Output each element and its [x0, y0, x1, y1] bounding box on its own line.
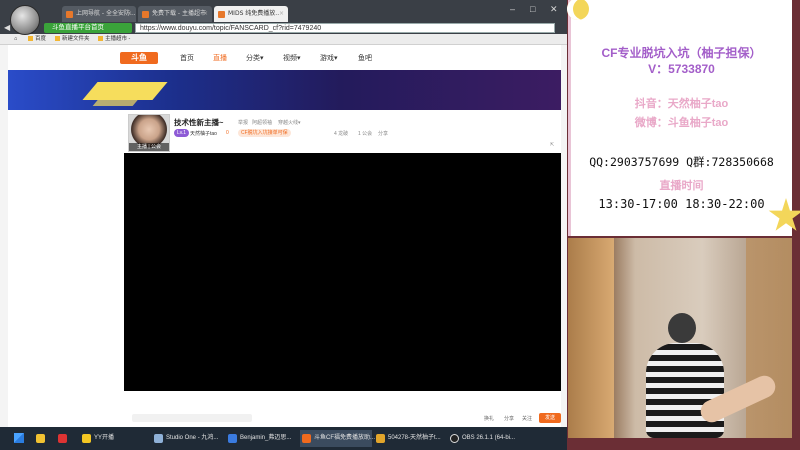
card-qq: QQ:2903757699 Q群:728350668	[589, 155, 774, 169]
maximize-icon[interactable]: □	[530, 4, 535, 14]
follow-button[interactable]: 关注	[522, 415, 532, 422]
folder-icon	[98, 36, 103, 42]
favicon-icon	[66, 11, 73, 18]
file-explorer-icon[interactable]	[34, 430, 48, 447]
nav-live[interactable]: 直播	[213, 53, 227, 63]
browser-icon	[302, 434, 311, 443]
minimize-icon[interactable]: –	[510, 4, 515, 14]
folder-icon	[28, 36, 33, 42]
nav-video[interactable]: 视频▾	[283, 53, 301, 63]
send-button[interactable]: 发送	[539, 413, 561, 423]
taskbar-item-benjamin[interactable]: Benjamin_弗迈思...	[226, 430, 298, 447]
card-live-title: 直播时间	[659, 180, 704, 192]
webcam-person	[646, 343, 724, 438]
fans-count: 0	[226, 130, 229, 136]
taskbar-item-studio-one[interactable]: Studio One - 九鸿...	[152, 430, 224, 447]
taskbar-item-browser[interactable]: 斗鱼CF福免费播放助...	[300, 430, 375, 447]
card-title: CF专业脱坑入坑（柚子担保）	[601, 46, 762, 60]
card-wechat: V：5733870	[648, 62, 715, 76]
windows-start-icon[interactable]	[14, 433, 24, 443]
card-live-times: 13:30-17:00 18:30-22:00	[598, 197, 765, 211]
site-badge[interactable]: 斗鱼直播平台首页	[44, 23, 132, 33]
level-badge: Lv.1	[174, 129, 190, 137]
avatar[interactable]: 主播 | 公会	[128, 114, 170, 152]
player-bottom-bar: 换礼 分享 关注 弹幕 发送	[124, 410, 561, 427]
avatar-tags: 主播 | 公会	[129, 143, 169, 151]
tab-nav[interactable]: 上网导航 - 全全安防... ×	[62, 6, 136, 22]
streamer-name[interactable]: 天然柚子tao	[190, 130, 217, 137]
moon-icon	[567, 0, 589, 20]
close-icon[interactable]: ×	[127, 6, 132, 22]
bookmark-item[interactable]: 主播超市 -	[98, 34, 130, 45]
app-icon[interactable]	[56, 430, 70, 447]
tab-label: MIDS 纯免费播放..	[228, 10, 280, 17]
gift-button[interactable]: 换礼	[484, 415, 494, 422]
card-weibo: 微博：斗鱼柚子tao	[634, 117, 729, 129]
guild-link[interactable]: 阿超领袖	[252, 119, 272, 126]
browser-logo-icon[interactable]	[10, 5, 40, 35]
info-card: CF专业脱坑入坑（柚子担保） V：5733870 抖音：天然柚子tao 微博：斗…	[567, 0, 800, 236]
banner	[8, 70, 561, 110]
url-input[interactable]: https://www.douyu.com/topic/FANSCARD_cf?…	[135, 23, 555, 33]
home-icon[interactable]: ⌂	[14, 34, 17, 45]
share-link[interactable]: 分享	[378, 130, 388, 137]
close-window-icon[interactable]: ✕	[550, 4, 558, 15]
app-icon	[376, 434, 385, 443]
room-title: 技术性新主播~	[174, 118, 224, 127]
tab-download[interactable]: 免费下载 - 主播超市 ×	[138, 6, 212, 22]
obs-icon	[450, 434, 459, 443]
card-douyin: 抖音：天然柚子tao	[634, 98, 729, 110]
nav-game[interactable]: 游戏▾	[320, 53, 338, 63]
favicon-icon	[142, 11, 149, 18]
back-icon[interactable]: ◀	[4, 22, 10, 34]
close-icon[interactable]: ×	[279, 6, 284, 22]
address-bar: ◀ ▶ ⟳ 斗鱼直播平台首页 https://www.douyu.com/top…	[0, 22, 567, 34]
taskbar-item-yy[interactable]: YY开播	[80, 430, 150, 447]
taskbar-item-obs[interactable]: OBS 26.1.1 (64-bi...	[448, 430, 538, 447]
app-icon	[228, 434, 237, 443]
close-icon[interactable]: ×	[203, 6, 208, 22]
tab-label: 免费下载 - 主播超市	[152, 10, 206, 17]
webcam-door	[746, 238, 792, 438]
taskbar-item-504278[interactable]: 504278-天然柚子t...	[374, 430, 446, 447]
webcam-door	[568, 238, 614, 438]
bookmarks-bar: ⌂ 百度 新建文件夹 主播超市 -	[0, 34, 567, 45]
studio-one-icon	[154, 434, 163, 443]
taskbar: YY开播 Studio One - 九鸿... Benjamin_弗迈思... …	[0, 427, 567, 450]
webcam-person	[668, 313, 696, 343]
browser-window: 上网导航 - 全全安防... × 免费下载 - 主播超市 × MIDS 纯免费播…	[0, 0, 567, 427]
site-logo[interactable]: 斗鱼	[120, 52, 158, 64]
guild-count: 1 公会	[358, 131, 373, 137]
tab-bar: 上网导航 - 全全安防... × 免费下载 - 主播超市 × MIDS 纯免费播…	[0, 0, 567, 35]
expand-icon[interactable]: ⇱	[550, 142, 554, 148]
site-header: 斗鱼 首页 直播 分类▾ 视频▾ 游戏▾ 鱼吧	[8, 45, 561, 70]
share-button[interactable]: 分享	[504, 415, 514, 422]
bookmark-item[interactable]: 百度	[28, 34, 46, 45]
viewer-count: 4 龙破	[334, 131, 349, 137]
bookmark-item[interactable]: 新建文件夹	[55, 34, 90, 45]
favicon-icon	[218, 11, 225, 18]
category-pill[interactable]: CF脱坑入坑接单可保	[238, 129, 291, 137]
nav-yuba[interactable]: 鱼吧	[358, 53, 372, 63]
banner-decoration	[92, 98, 140, 106]
category-link[interactable]: 穿越火线▾	[278, 119, 301, 126]
tab-douyu[interactable]: MIDS 纯免费播放.. ×	[214, 6, 288, 22]
folder-icon	[55, 36, 60, 42]
streamer-card: 主播 | 公会 技术性新主播~ 举报 阿超领袖 穿越火线▾ Lv.1 天然柚子t…	[126, 112, 563, 152]
chat-input[interactable]	[132, 414, 252, 422]
nav-category[interactable]: 分类▾	[246, 53, 264, 63]
nav-home[interactable]: 首页	[180, 53, 194, 63]
yy-icon	[82, 434, 91, 443]
video-player[interactable]	[124, 153, 561, 391]
report-link[interactable]: 举报	[238, 119, 248, 126]
screen: 上网导航 - 全全安防... × 免费下载 - 主播超市 × MIDS 纯免费播…	[0, 0, 800, 450]
webcam-feed	[568, 238, 792, 438]
